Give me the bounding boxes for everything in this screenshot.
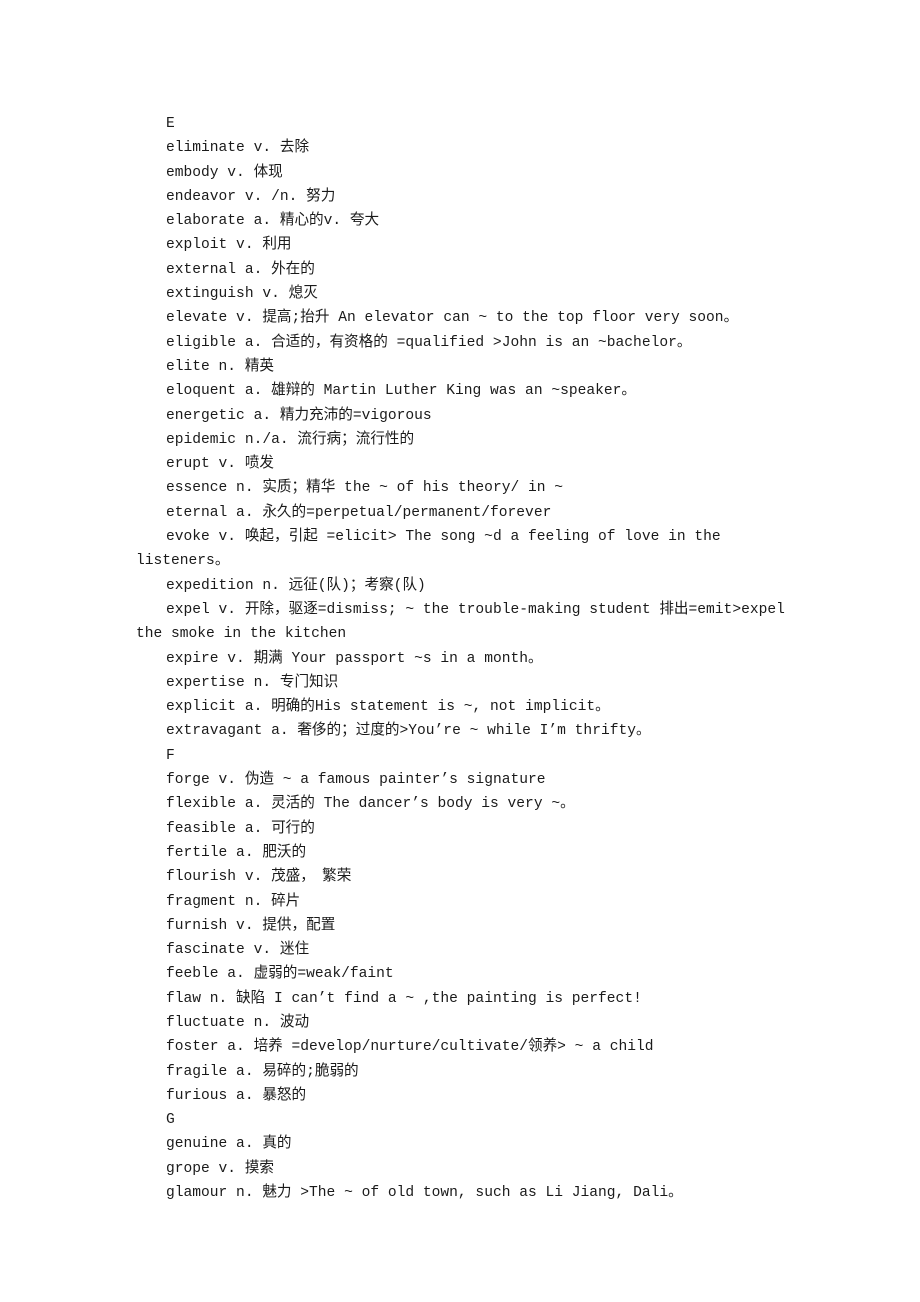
vocabulary-entry: eloquent a. 雄辩的 Martin Luther King was a… — [166, 383, 636, 400]
vocabulary-entry: flexible a. 灵活的 The dancer’s body is ver… — [166, 796, 575, 813]
vocabulary-entry: external a. 外在的 — [166, 261, 315, 278]
vocabulary-entry: eliminate v. 去除 — [166, 140, 310, 157]
vocabulary-entry: elite n. 精英 — [166, 358, 275, 375]
vocabulary-entry: fertile a. 肥沃的 — [166, 844, 307, 861]
vocabulary-entry: elaborate a. 精心的v. 夸大 — [166, 213, 380, 230]
vocabulary-entry: forge v. 伪造 ~ a famous painter’s signatu… — [166, 772, 546, 789]
vocabulary-entry: expire v. 期满 Your passport ~s in a month… — [166, 650, 543, 667]
vocabulary-entry: flourish v. 茂盛， 繁荣 — [166, 869, 352, 886]
vocabulary-entry: extravagant a. 奢侈的；过度的>You’re ~ while I’… — [166, 723, 651, 740]
vocabulary-entry: grope v. 摸索 — [166, 1160, 275, 1177]
vocabulary-entry: fascinate v. 迷住 — [166, 942, 310, 959]
vocabulary-entry: eternal a. 永久的=perpetual/permanent/forev… — [166, 504, 552, 521]
vocabulary-entry: genuine a. 真的 — [166, 1136, 292, 1153]
vocabulary-entry: fragile a. 易碎的;脆弱的 — [166, 1063, 359, 1080]
vocabulary-entry: expel v. 开除，驱逐=dismiss; ~ the trouble-ma… — [136, 601, 794, 643]
vocabulary-entry: furnish v. 提供，配置 — [166, 917, 336, 934]
vocabulary-entry: feeble a. 虚弱的=weak/faint — [166, 966, 394, 983]
vocabulary-entry: feasible a. 可行的 — [166, 820, 315, 837]
vocabulary-entry: embody v. 体现 — [166, 164, 283, 181]
vocabulary-entry: explicit a. 明确的His statement is ~, not i… — [166, 699, 610, 716]
vocabulary-entry: exploit v. 利用 — [166, 237, 292, 254]
vocabulary-entry: fragment n. 碎片 — [166, 893, 301, 910]
vocabulary-entry: eligible a. 合适的，有资格的 =qualified >John is… — [166, 334, 692, 351]
vocabulary-entry: elevate v. 提高;抬升 An elevator can ~ to th… — [166, 310, 739, 327]
section-letter: G — [166, 1112, 175, 1129]
section-letter: F — [166, 747, 175, 764]
vocabulary-entry: energetic a. 精力充沛的=vigorous — [166, 407, 432, 424]
document-page: Eeliminate v. 去除 embody v. 体现 endeavor v. … — [0, 0, 920, 1302]
vocabulary-entry: fluctuate n. 波动 — [166, 1014, 310, 1031]
vocabulary-entry: flaw n. 缺陷 I can’t find a ~ ,the paintin… — [166, 990, 642, 1007]
vocabulary-entry: endeavor v. /n. 努力 — [166, 188, 336, 205]
vocabulary-entry: expertise n. 专门知识 — [166, 674, 339, 691]
vocabulary-entry: erupt v. 喷发 — [166, 456, 275, 473]
vocabulary-entry: evoke v. 唤起，引起 =elicit> The song ~d a fe… — [136, 529, 730, 570]
vocabulary-entry: essence n. 实质；精华 the ~ of his theory/ in… — [166, 480, 564, 497]
vocabulary-entry: extinguish v. 熄灭 — [166, 286, 318, 303]
document-text-body: Eeliminate v. 去除 embody v. 体现 endeavor v. … — [136, 112, 792, 1205]
vocabulary-entry: furious a. 暴怒的 — [166, 1087, 307, 1104]
vocabulary-entry: foster a. 培养 =develop/nurture/cultivate/… — [166, 1039, 654, 1056]
vocabulary-entry: glamour n. 魅力 >The ~ of old town, such a… — [166, 1185, 683, 1202]
vocabulary-entry: epidemic n./a. 流行病；流行性的 — [166, 431, 415, 448]
vocabulary-entry: expedition n. 远征(队)；考察(队) — [166, 577, 426, 594]
section-letter: E — [166, 116, 175, 132]
